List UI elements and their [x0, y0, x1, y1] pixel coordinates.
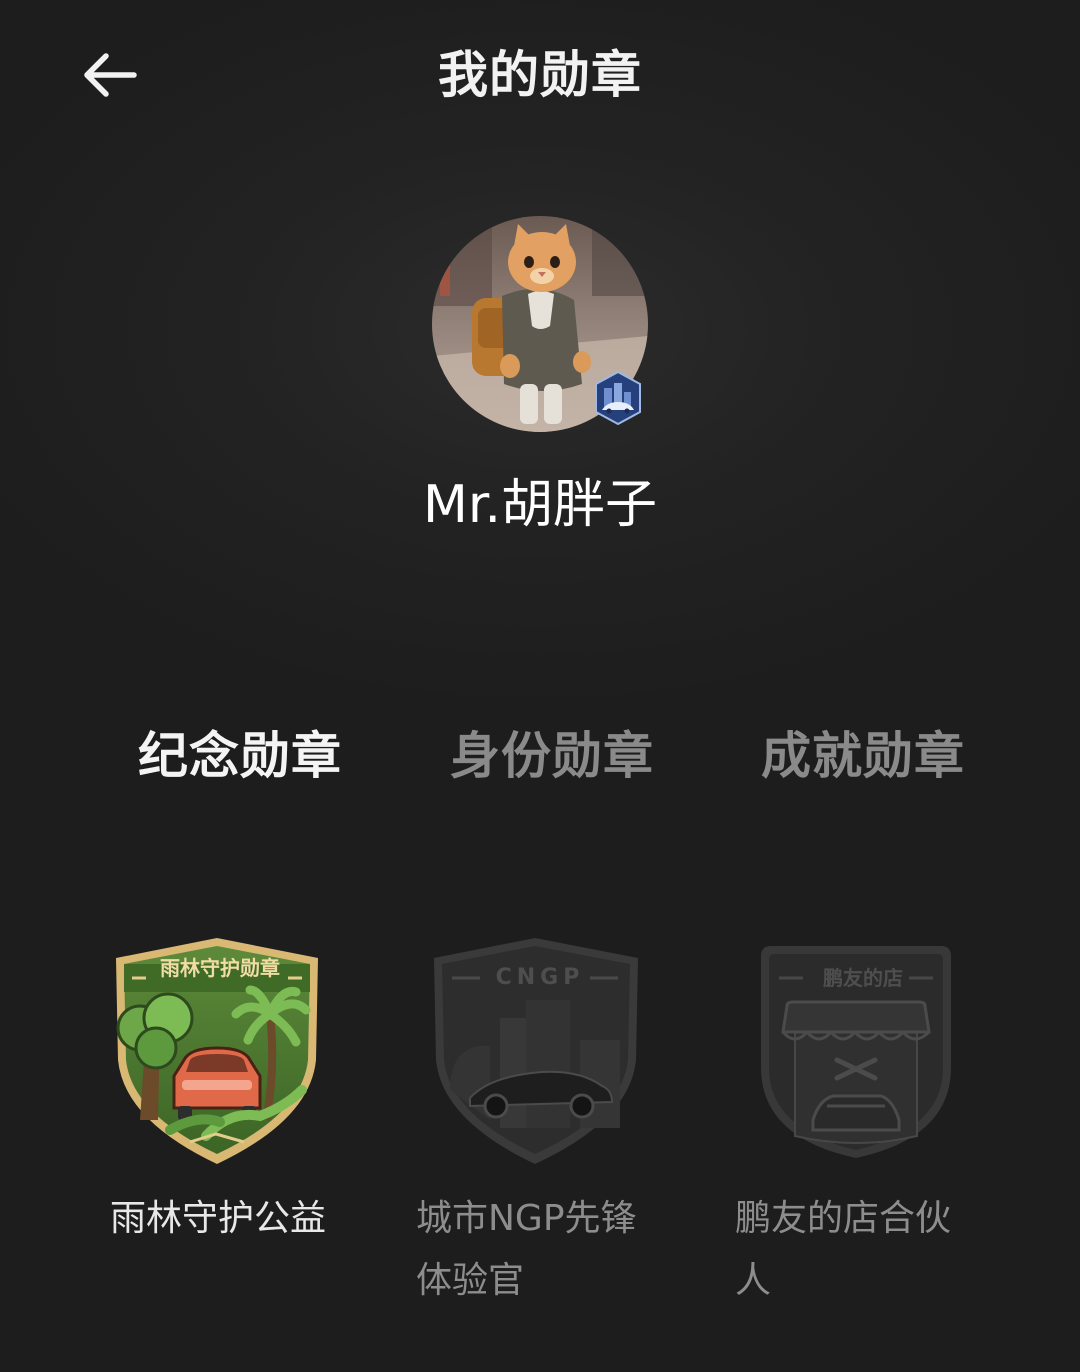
city-car-badge-icon	[595, 370, 641, 426]
medal-caption: 鹏友的店	[823, 966, 903, 990]
medal-caption: 雨林守护勋章	[160, 956, 280, 980]
medal-screen: 我的勋章 Mr.胡胖子 纪念勋章 身份勋章 成就勋章 雨林守护勋章 雨林守护公益…	[0, 0, 1080, 1372]
username: Mr.胡胖子	[422, 475, 657, 535]
page-title: 我的勋章	[438, 46, 642, 104]
profile-section: Mr.胡胖子	[0, 200, 1080, 560]
tab-achievement[interactable]: 成就勋章	[733, 718, 993, 794]
cngp-medal: CNGP	[430, 930, 650, 1170]
medal-label: 城市NGP先锋体验官	[416, 1198, 637, 1301]
medal-label: 雨林守护公益	[110, 1198, 327, 1239]
top-bar: 我的勋章	[0, 0, 1080, 150]
rainforest-medal: 雨林守护勋章	[110, 930, 330, 1170]
medal-tabs: 纪念勋章 身份勋章 成就勋章	[0, 718, 1080, 794]
medal-grid: 雨林守护勋章 雨林守护公益 CNGP 城市NGP先锋体验官 鹏友的店 鹏友的店合…	[0, 930, 1080, 1350]
tab-identity[interactable]: 身份勋章	[422, 718, 682, 794]
shop-medal: 鹏友的店	[753, 930, 973, 1170]
tab-commemorative[interactable]: 纪念勋章	[110, 718, 370, 794]
medal-label: 鹏友的店合伙人	[735, 1198, 952, 1301]
medal-caption: CNGP	[495, 965, 585, 990]
